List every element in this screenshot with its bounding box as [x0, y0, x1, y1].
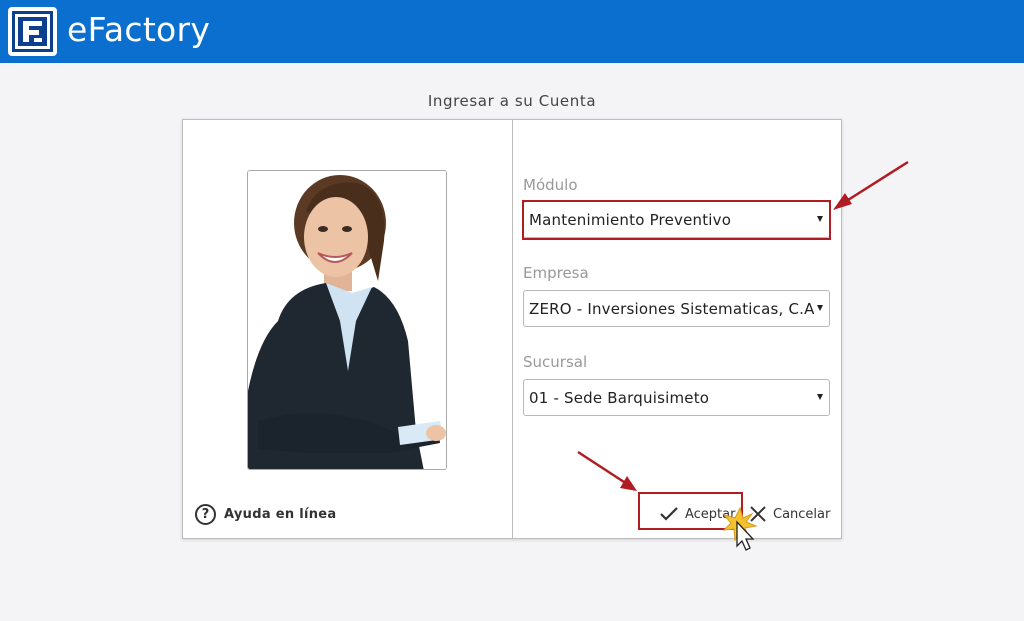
efactory-logo-icon[interactable] — [8, 7, 57, 56]
modulo-select-value: Mantenimiento Preventivo — [529, 210, 732, 229]
login-heading: Ingresar a su Cuenta — [427, 92, 597, 110]
accept-button[interactable]: Aceptar — [659, 502, 735, 526]
help-label: Ayuda en línea — [224, 506, 337, 522]
close-icon — [750, 506, 766, 522]
question-circle-icon: ? — [195, 503, 216, 525]
sucursal-select-value: 01 - Sede Barquisimeto — [529, 388, 710, 407]
modulo-select[interactable]: Mantenimiento Preventivo — [523, 201, 830, 238]
chevron-down-icon — [817, 394, 823, 400]
modulo-label: Módulo — [523, 176, 578, 194]
woman-portrait-photo — [247, 170, 447, 470]
help-link[interactable]: ? Ayuda en línea — [195, 503, 337, 525]
chevron-down-icon — [817, 305, 823, 311]
empresa-label: Empresa — [523, 264, 589, 282]
cancel-button-label: Cancelar — [773, 506, 831, 522]
cancel-button[interactable]: Cancelar — [749, 502, 830, 526]
app-title: eFactory — [67, 10, 211, 49]
annotation-arrow-icon — [833, 160, 909, 210]
sucursal-label: Sucursal — [523, 353, 588, 371]
accept-button-label: Aceptar — [685, 506, 736, 522]
panel-divider — [512, 120, 513, 538]
sucursal-select[interactable]: 01 - Sede Barquisimeto — [523, 379, 830, 416]
empresa-select-value: ZERO - Inversiones Sistematicas, C.A. — [529, 299, 814, 318]
login-panel: ? Ayuda en línea Módulo Mantenimiento Pr… — [182, 119, 842, 539]
empresa-select[interactable]: ZERO - Inversiones Sistematicas, C.A. — [523, 290, 830, 327]
chevron-down-icon — [817, 216, 823, 222]
app-header: eFactory — [0, 0, 1024, 63]
checkmark-icon — [660, 507, 678, 521]
